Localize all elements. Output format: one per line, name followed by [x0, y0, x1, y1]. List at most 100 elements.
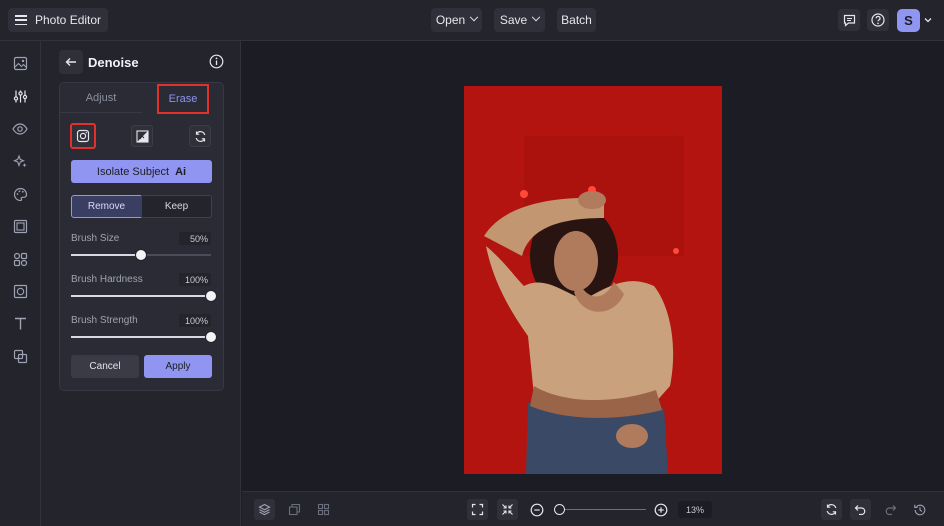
eye-icon — [12, 123, 28, 135]
rail-graphics-button[interactable] — [11, 250, 29, 268]
brush-mode-icon — [76, 129, 90, 143]
history-button[interactable] — [909, 499, 930, 520]
brush-strength-handle[interactable] — [205, 331, 217, 343]
rail-touchup-button[interactable] — [11, 152, 29, 170]
texture-icon — [13, 284, 27, 298]
layers-icon — [258, 503, 271, 516]
zoom-out-icon — [530, 503, 543, 516]
shapes-icon — [13, 252, 27, 266]
ai-badge: Ai — [175, 165, 187, 178]
user-avatar[interactable]: S — [897, 9, 920, 32]
brush-hardness-label: Brush Hardness — [71, 274, 143, 285]
brush-hardness-slider[interactable] — [71, 290, 217, 302]
refresh-icon — [195, 130, 205, 142]
batch-button[interactable]: Batch — [557, 8, 596, 32]
help-icon — [871, 13, 885, 27]
remove-mode-button[interactable]: Remove — [71, 195, 142, 218]
info-icon[interactable] — [209, 54, 224, 69]
reset-tool-button[interactable] — [189, 125, 211, 147]
redo-icon — [885, 505, 897, 515]
chat-icon — [843, 14, 855, 27]
zoom-slider[interactable] — [558, 509, 646, 510]
brush-strength-fill — [71, 336, 211, 338]
layers-button[interactable] — [254, 499, 275, 520]
open-label: Open — [435, 13, 466, 27]
save-menu-button[interactable]: Save — [494, 8, 545, 32]
zoom-out-button[interactable] — [526, 499, 547, 520]
invert-mask-icon — [135, 129, 149, 143]
brush-size-value[interactable]: 50% — [179, 232, 211, 245]
chevron-down-icon — [469, 12, 479, 22]
rail-textures-button[interactable] — [11, 282, 29, 300]
main-menu-button[interactable]: Photo Editor — [8, 8, 109, 32]
rail-text-button[interactable] — [11, 314, 29, 332]
denoise-settings-card: Adjust Erase Isolate Subject Ai Remove K… — [59, 82, 224, 391]
zoom-value[interactable]: 13% — [678, 501, 712, 518]
rail-effects-button[interactable] — [11, 120, 29, 138]
rail-artsy-button[interactable] — [11, 185, 29, 203]
undo-icon — [854, 505, 866, 515]
open-menu-button[interactable]: Open — [431, 8, 482, 32]
grid-button[interactable] — [313, 499, 334, 520]
image-icon — [13, 56, 27, 70]
top-bar: Photo Editor Open Save Batch S — [0, 0, 944, 41]
rotate-button[interactable] — [821, 499, 842, 520]
compare-icon — [288, 503, 301, 516]
rail-frames-button[interactable] — [11, 217, 29, 235]
hamburger-icon — [15, 15, 27, 25]
brush-hardness-value[interactable]: 100% — [179, 273, 211, 286]
rail-image-button[interactable] — [11, 54, 29, 72]
portrait-photo — [464, 86, 722, 474]
brush-size-label: Brush Size — [71, 233, 120, 244]
history-icon — [913, 504, 925, 515]
text-icon — [14, 317, 26, 329]
tab-erase[interactable]: Erase — [157, 84, 209, 114]
sliders-icon — [13, 90, 27, 102]
cancel-button[interactable]: Cancel — [71, 355, 139, 378]
isolate-subject-label: Isolate Subject — [96, 165, 170, 178]
frame-icon — [13, 219, 27, 233]
isolate-subject-button[interactable]: Isolate Subject Ai — [71, 160, 212, 183]
brush-tool-button[interactable] — [70, 123, 96, 149]
overlay-icon — [13, 349, 27, 363]
palette-icon — [13, 187, 27, 201]
grid-icon — [317, 503, 330, 516]
brush-size-slider[interactable] — [71, 249, 211, 261]
help-button[interactable] — [867, 9, 889, 31]
shrink-icon — [502, 504, 513, 515]
brush-strength-slider[interactable] — [71, 331, 217, 343]
tab-adjust[interactable]: Adjust — [60, 83, 142, 113]
sparkles-icon — [12, 153, 27, 167]
feedback-button[interactable] — [838, 9, 860, 31]
chevron-down-icon — [531, 12, 541, 22]
back-button[interactable] — [59, 50, 83, 74]
brush-strength-value[interactable]: 100% — [179, 314, 211, 327]
zoom-slider-handle[interactable] — [554, 504, 565, 515]
app-title: Photo Editor — [35, 13, 102, 27]
chevron-down-icon[interactable] — [923, 16, 933, 24]
rail-adjustments-button[interactable] — [11, 87, 29, 105]
actual-size-button[interactable] — [497, 499, 518, 520]
keep-mode-button[interactable]: Keep — [141, 195, 212, 218]
redo-button[interactable] — [880, 499, 901, 520]
brush-size-handle[interactable] — [135, 249, 147, 261]
bottom-toolbar: 13% — [242, 491, 944, 526]
apply-button[interactable]: Apply — [144, 355, 212, 378]
batch-label: Batch — [561, 13, 592, 27]
save-label: Save — [499, 13, 528, 27]
fit-to-screen-button[interactable] — [467, 499, 488, 520]
brush-hardness-fill — [71, 295, 211, 297]
brush-strength-label: Brush Strength — [71, 315, 138, 326]
tool-panel: Denoise Adjust Erase Isolate Subject Ai … — [41, 41, 241, 526]
rail-overlays-button[interactable] — [11, 347, 29, 365]
photo-canvas[interactable] — [464, 86, 722, 474]
arrow-left-icon — [65, 58, 76, 66]
expand-icon — [471, 503, 484, 516]
undo-button[interactable] — [850, 499, 871, 520]
zoom-in-button[interactable] — [650, 499, 671, 520]
panel-title: Denoise — [88, 55, 139, 70]
brush-hardness-handle[interactable] — [205, 290, 217, 302]
refresh-icon — [826, 504, 837, 515]
invert-tool-button[interactable] — [131, 125, 153, 147]
compare-button[interactable] — [284, 499, 305, 520]
